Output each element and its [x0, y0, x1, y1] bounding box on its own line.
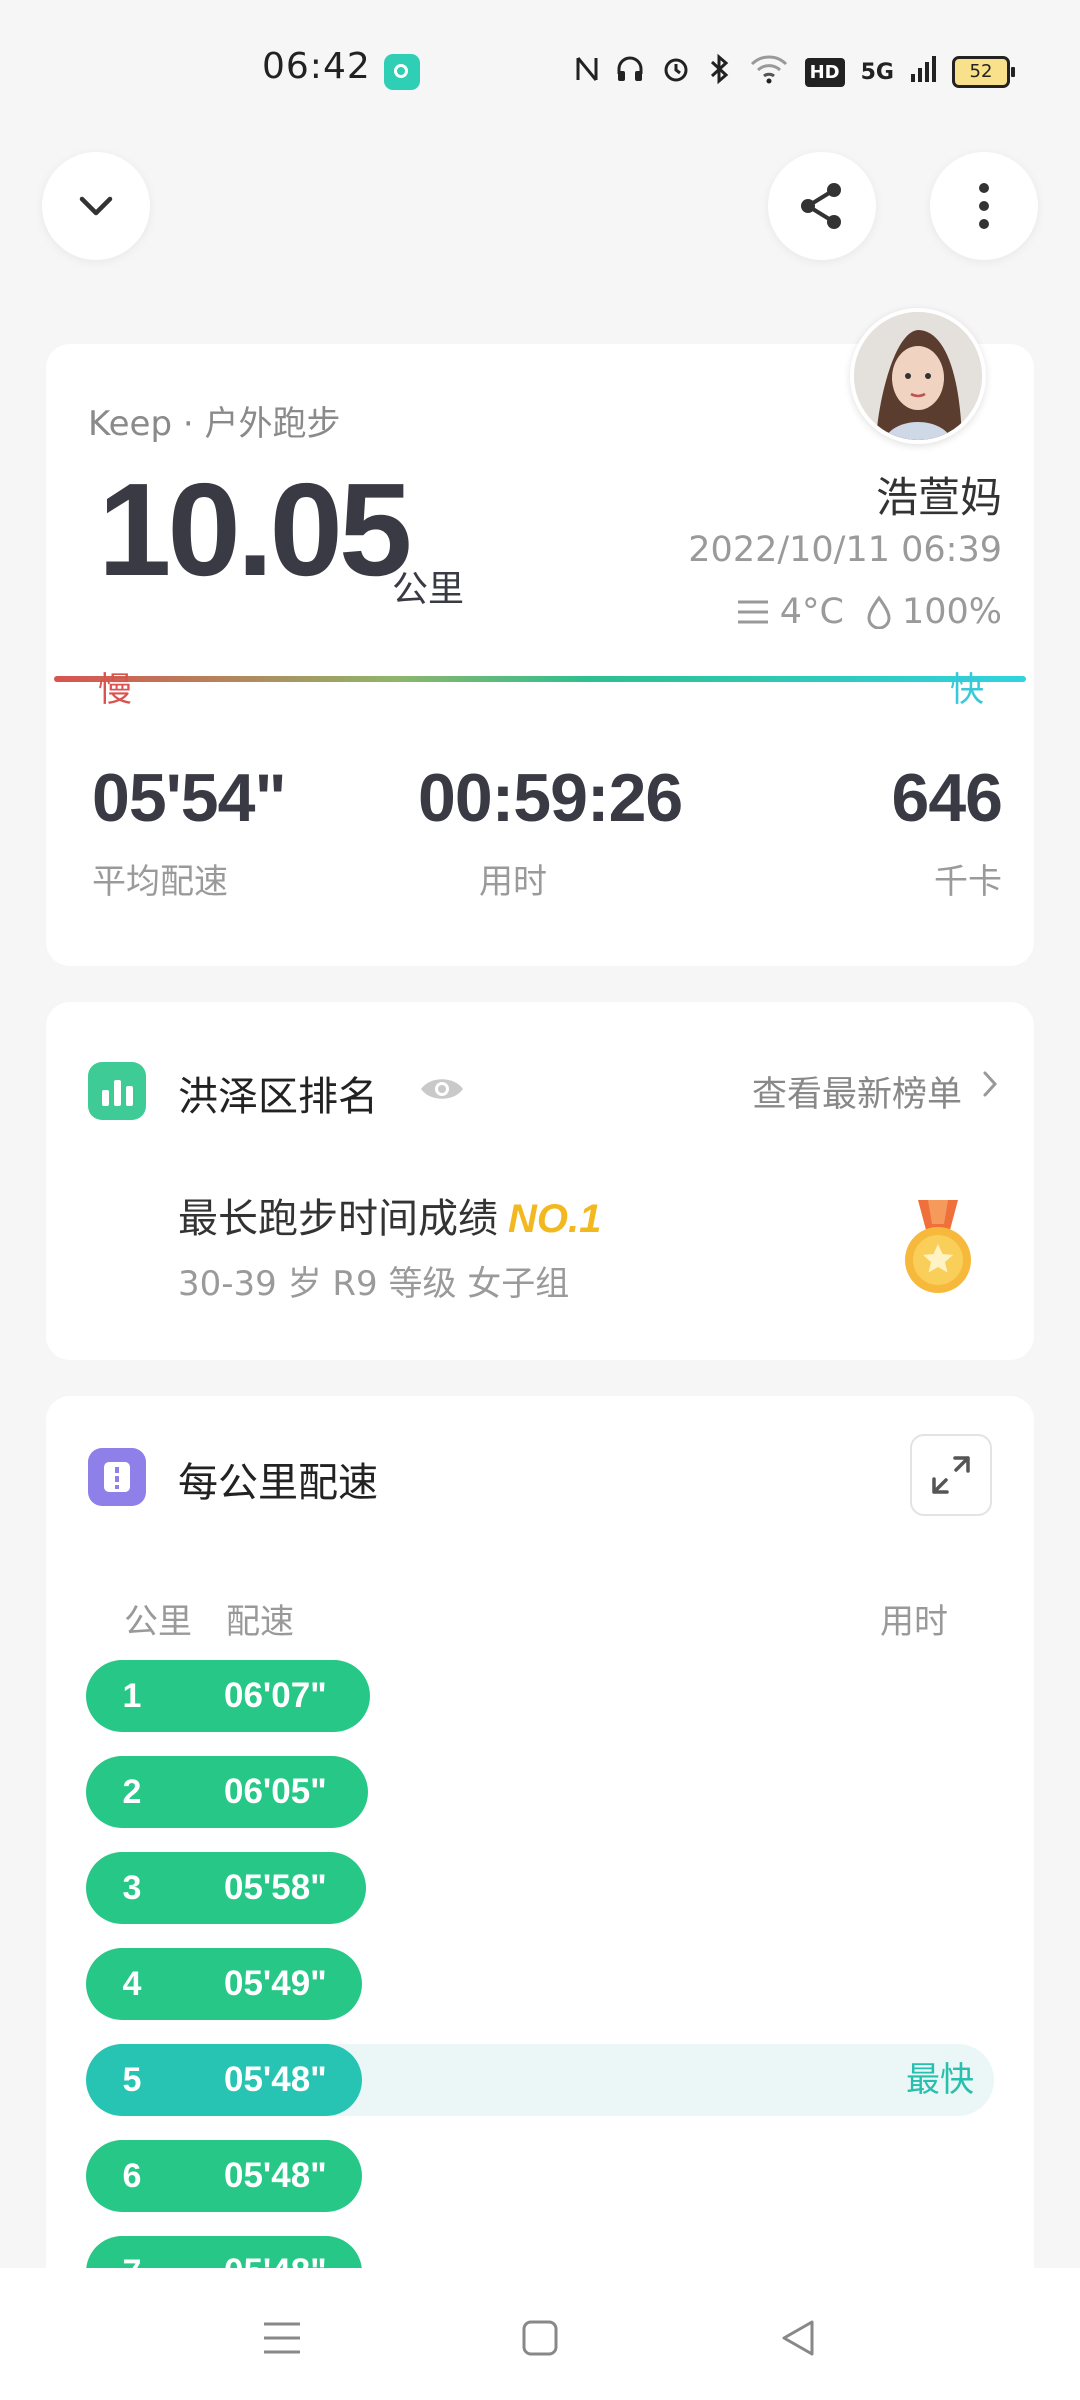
avg-pace-label: 平均配速: [92, 862, 228, 902]
view-latest-leaderboard-link[interactable]: 查看最新榜单: [752, 1066, 962, 1117]
nav-home-button[interactable]: [510, 2308, 570, 2368]
duration-label: 用时: [479, 862, 547, 902]
ranking-chart-icon: [88, 1062, 146, 1120]
status-bar: 06:42 HD 5G 52: [0, 0, 1080, 140]
pace-km: 2: [122, 1773, 142, 1811]
share-button[interactable]: [768, 152, 876, 260]
status-time: 06:42: [262, 46, 371, 87]
weather-info: 4°C 100%: [736, 592, 1002, 632]
slow-label: 慢: [98, 670, 132, 710]
pace-value: 06'07": [224, 1676, 327, 1715]
district-ranking-card: 洪泽区排名 查看最新榜单 最长跑步时间成绩 NO.1 30-39 岁 R9 等级 …: [46, 1002, 1034, 1360]
achievement-group: 30-39 岁 R9 等级 女子组: [178, 1264, 570, 1304]
pace-km: 5: [122, 2061, 142, 2099]
per-km-pace-card: 每公里配速 公里 配速 用时 1 06'07" 2 06'05" 3 05'58" 4 05'…: [46, 1396, 1034, 2296]
chevron-right-icon[interactable]: [980, 1068, 1000, 1109]
fastest-tag: 最快: [906, 2060, 974, 2100]
signal-icon: [910, 54, 936, 91]
collapse-button[interactable]: [42, 152, 150, 260]
humidity-drop-icon: [867, 595, 891, 629]
share-icon: [801, 183, 841, 229]
pace-row[interactable]: 6 05'48": [86, 2140, 1034, 2212]
pace-value: 05'48": [224, 2156, 327, 2195]
back-triangle-icon: [782, 2320, 814, 2356]
nav-back-button[interactable]: [768, 2308, 828, 2368]
system-navigation-bar: [0, 2268, 1080, 2400]
wind-lines-icon: [737, 600, 768, 624]
distance-unit: 公里: [392, 569, 465, 610]
pace-row[interactable]: 2 06'05": [86, 1756, 1034, 1828]
distance-value: 10.05: [98, 456, 412, 603]
achievement-title: 最长跑步时间成绩 NO.1: [178, 1186, 601, 1244]
home-square-icon: [522, 2320, 558, 2356]
more-vertical-icon: [979, 183, 989, 229]
pace-row[interactable]: 5 05'48" 最快: [86, 2044, 1034, 2116]
achievement-rank: NO.1: [508, 1197, 602, 1241]
bluetooth-icon: [707, 53, 733, 92]
avg-pace-value: 05'54": [92, 760, 287, 836]
wifi-icon: [749, 54, 789, 91]
column-header-km: 公里: [124, 1602, 192, 1642]
nfc-icon: [575, 54, 599, 91]
pace-road-icon: [88, 1448, 146, 1506]
activity-source: Keep · 户外跑步: [88, 404, 341, 444]
column-header-pace: 配速: [226, 1602, 294, 1642]
pace-km: 6: [122, 2157, 142, 2195]
hd-badge: HD: [804, 57, 845, 87]
chevron-down-icon: [79, 196, 113, 216]
pace-value: 05'58": [224, 1868, 327, 1907]
calories-value: 646: [891, 760, 1003, 836]
column-header-time: 用时: [880, 1602, 948, 1642]
expand-icon: [932, 1456, 970, 1494]
network-type: 5G: [860, 59, 894, 85]
duration-value: 00:59:26: [418, 760, 683, 836]
expand-button[interactable]: [910, 1434, 992, 1516]
pace-value: 05'48": [224, 2060, 327, 2099]
menu-icon: [264, 2322, 300, 2354]
avg-pace-stat: 05'54" 平均配速: [92, 760, 287, 903]
more-options-button[interactable]: [930, 152, 1038, 260]
battery-indicator: 52: [952, 56, 1015, 88]
run-datetime: 2022/10/11 06:39: [688, 530, 1002, 570]
pace-value: 05'49": [224, 1964, 327, 2003]
pace-row[interactable]: 3 05'58": [86, 1852, 1034, 1924]
notification-app-icon: [384, 54, 420, 90]
humidity: 100%: [901, 592, 1002, 632]
temperature: 4°C: [779, 592, 844, 632]
nav-menu-button[interactable]: [252, 2308, 312, 2368]
pace-gradient-line: [54, 676, 1026, 682]
pace-row[interactable]: 4 05'49": [86, 1948, 1034, 2020]
achievement-text: 最长跑步时间成绩: [178, 1196, 498, 1242]
pace-km: 3: [122, 1869, 142, 1907]
ranking-title: 洪泽区排名: [178, 1074, 378, 1120]
pace-row[interactable]: 1 06'07": [86, 1660, 1034, 1732]
avatar[interactable]: [850, 308, 986, 444]
pace-km: 4: [122, 1965, 142, 2003]
duration-stat: 00:59:26 用时: [418, 760, 683, 903]
pace-value: 06'05": [224, 1772, 327, 1811]
run-summary-card: Keep · 户外跑步 10.05 公里 浩萱妈 2022/10/11 06:3…: [46, 344, 1034, 966]
fast-label: 快: [950, 670, 984, 710]
alarm-icon: [661, 54, 691, 91]
status-icons: HD 5G 52: [575, 50, 1015, 94]
headphones-icon: [615, 54, 645, 91]
calories-label: 千卡: [934, 862, 1002, 902]
visibility-eye-icon[interactable]: [418, 1074, 466, 1108]
user-name[interactable]: 浩萱妈: [876, 464, 1002, 525]
gold-medal-icon: [900, 1200, 976, 1300]
pace-card-title: 每公里配速: [178, 1460, 378, 1506]
pace-km: 1: [122, 1677, 142, 1715]
pace-list: 1 06'07" 2 06'05" 3 05'58" 4 05'49" 5 05'48" 最快 6 05…: [86, 1660, 1034, 2296]
calories-stat: 646 千卡: [891, 760, 1003, 903]
